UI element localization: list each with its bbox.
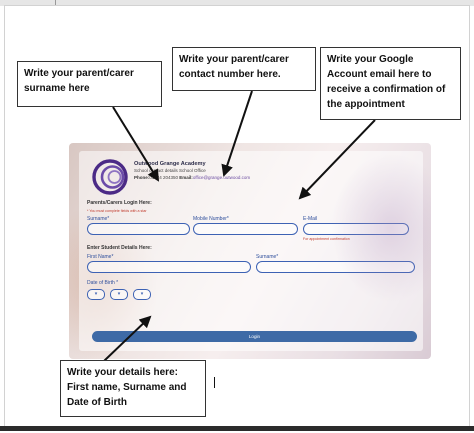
email-input[interactable] bbox=[303, 223, 409, 235]
bottom-rule bbox=[0, 426, 474, 431]
dob-month-select[interactable]: ▾ bbox=[110, 289, 128, 300]
first-name-input[interactable] bbox=[87, 261, 251, 273]
student-details-title: Enter Student Details Here: bbox=[87, 245, 152, 251]
callout-phone: Write your parent/carer contact number h… bbox=[172, 47, 316, 91]
dob-label: Date of Birth * bbox=[87, 280, 119, 286]
school-email-link[interactable]: office@grange.outwood.com bbox=[193, 175, 250, 180]
phone-label: Phone: bbox=[134, 175, 150, 180]
school-phone-email: Phone:01924 204350 Email:office@grange.o… bbox=[134, 175, 250, 180]
phone-number: 01924 204350 bbox=[149, 175, 179, 180]
student-surname-input[interactable] bbox=[256, 261, 415, 273]
login-portal-screenshot: Outwood Grange Academy School contact de… bbox=[69, 143, 431, 359]
email-label: Email: bbox=[179, 175, 193, 180]
login-button[interactable]: Login bbox=[92, 331, 417, 342]
school-logo-icon bbox=[92, 159, 128, 195]
email-label: E-Mail bbox=[303, 216, 318, 222]
callout-details: Write your details here: First name, Sur… bbox=[60, 360, 206, 417]
login-card: Outwood Grange Academy School contact de… bbox=[79, 151, 423, 351]
mobile-number-input[interactable] bbox=[193, 223, 298, 235]
required-fields-note: * You must complete fields with a star bbox=[87, 209, 147, 213]
school-name: Outwood Grange Academy bbox=[134, 161, 206, 167]
text-cursor bbox=[214, 377, 215, 388]
school-contact-details: School contact details School Office bbox=[134, 168, 206, 173]
parent-surname-input[interactable] bbox=[87, 223, 190, 235]
email-confirmation-note: For appointment confirmation bbox=[303, 237, 350, 241]
dob-day-select[interactable]: ▾ bbox=[87, 289, 105, 300]
mobile-number-label: Mobile Number* bbox=[193, 216, 229, 222]
callout-surname: Write your parent/carer surname here bbox=[17, 61, 162, 107]
student-surname-label: Surname* bbox=[256, 254, 279, 260]
first-name-label: First Name* bbox=[87, 254, 114, 260]
callout-email: Write your Google Account email here to … bbox=[320, 47, 461, 120]
parents-login-title: Parents/Carers Login Here: bbox=[87, 200, 152, 206]
parent-surname-label: Surname* bbox=[87, 216, 110, 222]
dob-year-select[interactable]: ▾ bbox=[133, 289, 151, 300]
